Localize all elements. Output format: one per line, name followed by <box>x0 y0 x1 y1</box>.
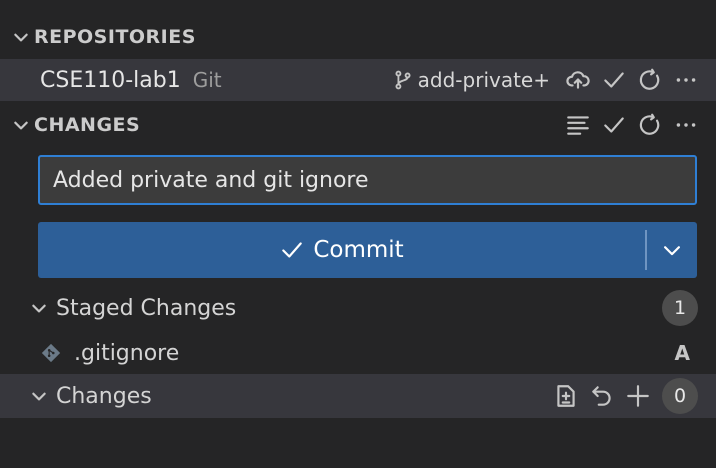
open-changes-button[interactable] <box>548 378 584 414</box>
file-name: .gitignore <box>74 340 180 366</box>
chevron-down-icon[interactable] <box>26 383 52 409</box>
file-status: A <box>674 341 690 365</box>
changes-count-badge: 0 <box>662 378 698 414</box>
repository-row[interactable]: CSE110-lab1 Git add-private+ <box>0 59 716 101</box>
repository-provider: Git <box>192 68 222 92</box>
commit-label: Commit <box>313 237 404 263</box>
list-item[interactable]: .gitignore A <box>0 333 716 373</box>
staged-count-badge: 1 <box>662 290 698 326</box>
source-branch-icon <box>395 70 411 90</box>
stage-all-changes-button[interactable] <box>620 378 656 414</box>
check-icon <box>604 117 624 133</box>
chevron-down-icon <box>664 246 680 256</box>
changes-group[interactable]: Changes 0 <box>0 374 716 418</box>
staged-changes-label: Staged Changes <box>56 295 237 321</box>
commit-button-icon[interactable] <box>596 107 632 143</box>
check-icon <box>604 72 624 88</box>
branch-name: add-private+ <box>417 68 550 92</box>
repository-name: CSE110-lab1 <box>40 67 181 93</box>
list-tree-icon <box>567 116 589 135</box>
refresh-button[interactable] <box>632 107 668 143</box>
commit-action[interactable]: Commit <box>38 222 645 278</box>
chevron-down-icon[interactable] <box>8 112 34 138</box>
chevron-down-icon[interactable] <box>26 295 52 321</box>
commit-dropdown-button[interactable] <box>647 222 697 278</box>
ellipsis-icon <box>676 123 696 127</box>
changes-section-header[interactable]: CHANGES <box>0 106 716 144</box>
repo-refresh-button[interactable] <box>632 62 668 98</box>
repositories-title: REPOSITORIES <box>34 26 196 48</box>
ellipsis-icon <box>676 78 696 82</box>
changes-title: CHANGES <box>34 114 141 136</box>
refresh-icon <box>639 113 660 135</box>
check-icon <box>282 242 303 258</box>
discard-all-changes-button[interactable] <box>584 378 620 414</box>
refresh-icon <box>639 68 660 90</box>
changes-group-label: Changes <box>56 383 152 409</box>
repo-more-actions-button[interactable] <box>668 62 704 98</box>
discard-icon <box>592 386 611 406</box>
publish-branch-button[interactable] <box>560 62 596 98</box>
repo-commit-button[interactable] <box>596 62 632 98</box>
open-file-icon <box>557 385 575 407</box>
git-file-icon <box>38 340 64 366</box>
repositories-section-header[interactable]: REPOSITORIES <box>0 18 716 56</box>
branch-picker[interactable]: add-private+ <box>392 68 550 92</box>
cloud-upload-icon <box>566 71 590 89</box>
more-actions-button[interactable] <box>668 107 704 143</box>
view-as-tree-button[interactable] <box>560 107 596 143</box>
staged-changes-group[interactable]: Staged Changes 1 <box>0 287 716 329</box>
chevron-down-icon[interactable] <box>8 24 34 50</box>
commit-button[interactable]: Commit <box>38 222 697 278</box>
commit-message-input[interactable] <box>38 155 697 205</box>
plus-icon <box>627 385 649 407</box>
